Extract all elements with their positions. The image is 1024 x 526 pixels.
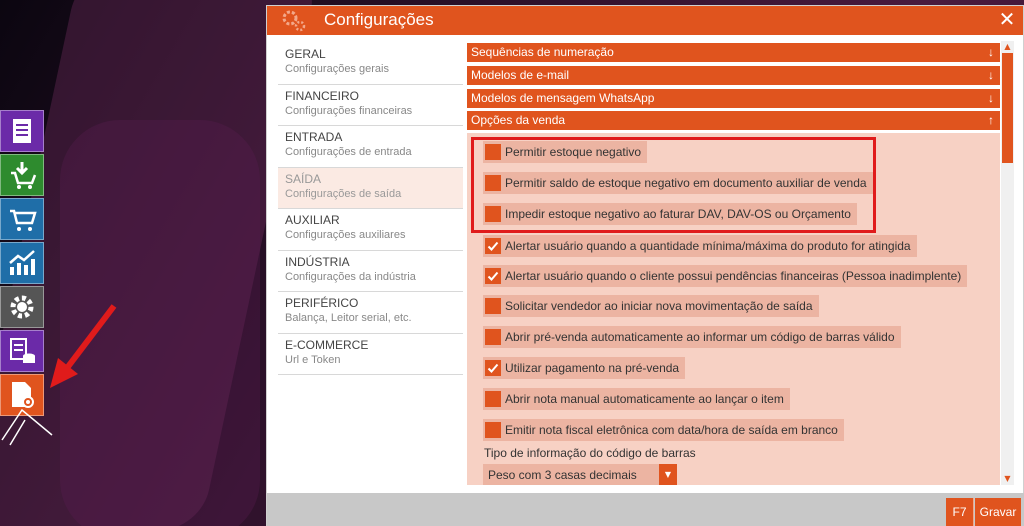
option-row[interactable]: Emitir nota fiscal eletrônica com data/h…	[483, 419, 844, 441]
nav-item-title: INDÚSTRIA	[285, 254, 350, 269]
section-header-whatsapp[interactable]: Modelos de mensagem WhatsApp ↓	[467, 89, 1000, 108]
close-icon[interactable]: ✕	[997, 9, 1017, 29]
nav-item-auxiliar[interactable]: AUXILIAR Configurações auxiliares	[278, 209, 463, 251]
scrollbar[interactable]: ▲ ▼	[1001, 41, 1014, 485]
nav-item-saida[interactable]: SAÍDA Configurações de saída	[278, 167, 463, 209]
scroll-thumb[interactable]	[1002, 53, 1013, 163]
arrow-down-icon: ↓	[988, 68, 994, 82]
checkbox[interactable]	[485, 298, 501, 314]
option-row[interactable]: Abrir nota manual automaticamente ao lan…	[483, 388, 790, 410]
cart-in-icon	[11, 162, 37, 189]
select-value: Peso com 3 casas decimais	[488, 467, 637, 482]
scroll-down-icon[interactable]: ▼	[1001, 473, 1014, 485]
checkbox[interactable]	[485, 391, 501, 407]
launcher-purchase-button[interactable]	[0, 154, 44, 196]
annotation-highlight-box	[471, 137, 876, 233]
option-label: Emitir nota fiscal eletrônica com data/h…	[505, 423, 838, 437]
checkbox[interactable]	[485, 238, 501, 254]
launcher-documents-button[interactable]	[0, 110, 44, 152]
document-database-icon	[10, 338, 35, 363]
nav-item-periferico[interactable]: PERIFÉRICO Balança, Leitor serial, etc.	[278, 292, 463, 334]
option-label: Solicitar vendedor ao iniciar nova movim…	[505, 299, 813, 313]
nav-item-industria[interactable]: INDÚSTRIA Configurações da indústria	[278, 251, 463, 292]
nav-item-subtitle: Configurações da indústria	[285, 270, 416, 283]
nav-item-financeiro[interactable]: FINANCEIRO Configurações financeiras	[278, 85, 463, 126]
chevron-down-icon: ▼	[659, 464, 677, 485]
section-header-email[interactable]: Modelos de e-mail ↓	[467, 66, 1000, 85]
checkmark-icon	[487, 241, 499, 251]
barcode-type-select[interactable]: Peso com 3 casas decimais ▼	[483, 464, 677, 485]
option-row[interactable]: Alertar usuário quando a quantidade míni…	[483, 235, 917, 257]
settings-dialog: Configurações ✕ GERAL Configurações gera…	[266, 5, 1024, 526]
settings-nav: GERAL Configurações gerais FINANCEIRO Co…	[278, 43, 463, 375]
nav-item-title: SAÍDA	[285, 171, 322, 186]
arrow-up-icon: ↑	[988, 113, 994, 127]
nav-item-subtitle: Configurações auxiliares	[285, 229, 406, 241]
checkmark-icon	[487, 300, 499, 312]
settings-content: Sequências de numeração ↓ Modelos de e-m…	[467, 41, 1015, 485]
option-label: Alertar usuário quando o cliente possui …	[505, 269, 962, 283]
background-shape	[60, 120, 260, 526]
nav-item-title: PERIFÉRICO	[285, 296, 359, 310]
gears-icon	[282, 10, 306, 32]
section-title: Sequências de numeração	[471, 45, 614, 59]
option-row[interactable]: Solicitar vendedor ao iniciar nova movim…	[483, 295, 819, 317]
window-title: Configurações	[324, 10, 434, 29]
option-row[interactable]: Utilizar pagamento na pré-venda	[483, 357, 686, 379]
nav-item-subtitle: Configurações gerais	[285, 63, 389, 75]
launcher-sales-button[interactable]	[0, 198, 44, 240]
nav-item-subtitle: Balança, Leitor serial, etc.	[285, 312, 412, 324]
scroll-up-icon[interactable]: ▲	[1001, 41, 1014, 53]
arrow-down-icon: ↓	[988, 91, 994, 105]
arrow-down-icon: ↓	[988, 45, 994, 59]
launcher-production-button[interactable]	[0, 286, 44, 328]
nav-item-ecommerce[interactable]: E-COMMERCE Url e Token	[278, 334, 463, 375]
option-label: Utilizar pagamento na pré-venda	[505, 361, 680, 375]
nav-item-subtitle: Configurações de entrada	[285, 146, 412, 158]
option-label: Alertar usuário quando a quantidade míni…	[505, 239, 911, 253]
section-header-numbering[interactable]: Sequências de numeração ↓	[467, 43, 1000, 62]
launcher-database-button[interactable]	[0, 330, 44, 372]
nav-item-subtitle: Configurações de saída	[285, 187, 402, 200]
checkmark-icon	[487, 424, 499, 436]
section-header-sales-options[interactable]: Opções da venda ↑	[467, 111, 1000, 130]
app-launcher	[0, 110, 44, 418]
nav-item-subtitle: Url e Token	[285, 353, 341, 366]
save-shortcut-key[interactable]: F7	[946, 498, 974, 526]
nav-item-title: FINANCEIRO	[285, 88, 360, 103]
nav-item-geral[interactable]: GERAL Configurações gerais	[278, 43, 463, 85]
chart-up-icon	[9, 250, 35, 275]
decorative-lines	[1, 408, 53, 446]
gear-icon	[10, 295, 34, 319]
nav-item-title: AUXILIAR	[285, 213, 340, 227]
checkbox[interactable]	[485, 422, 501, 438]
nav-item-subtitle: Configurações financeiras	[285, 104, 413, 117]
title-bar: Configurações ✕	[267, 6, 1023, 35]
cart-icon	[10, 209, 37, 231]
barcode-type-label: Tipo de informação do código de barras	[484, 446, 696, 460]
checkmark-icon	[487, 331, 499, 343]
nav-item-title: E-COMMERCE	[285, 337, 369, 352]
section-title: Modelos de e-mail	[471, 68, 570, 82]
checkbox[interactable]	[485, 268, 501, 284]
dialog-footer	[267, 493, 1024, 526]
option-label: Abrir pré-venda automaticamente ao infor…	[505, 330, 895, 344]
option-row[interactable]: Alertar usuário quando o cliente possui …	[483, 265, 968, 287]
nav-item-entrada[interactable]: ENTRADA Configurações de entrada	[278, 126, 463, 168]
option-label: Abrir nota manual automaticamente ao lan…	[505, 392, 784, 406]
save-button[interactable]: Gravar	[975, 498, 1021, 526]
option-row[interactable]: Abrir pré-venda automaticamente ao infor…	[483, 326, 901, 348]
nav-item-title: GERAL	[285, 47, 326, 61]
checkbox[interactable]	[485, 360, 501, 376]
checkmark-icon	[487, 363, 499, 373]
checkmark-icon	[487, 271, 499, 281]
document-icon	[13, 119, 31, 143]
launcher-reports-button[interactable]	[0, 242, 44, 284]
checkmark-icon	[487, 393, 499, 405]
nav-item-title: ENTRADA	[285, 130, 343, 144]
checkbox[interactable]	[485, 329, 501, 345]
section-title: Modelos de mensagem WhatsApp	[471, 91, 655, 105]
section-title: Opções da venda	[471, 113, 566, 127]
